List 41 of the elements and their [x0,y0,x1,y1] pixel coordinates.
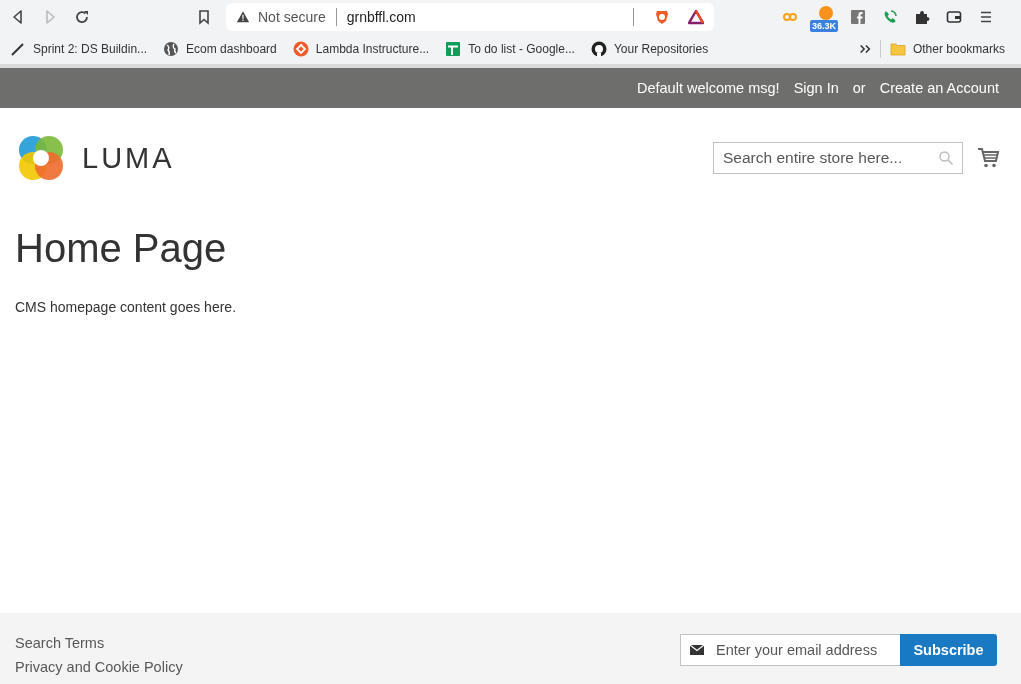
facebook-icon[interactable] [850,9,866,25]
pen-icon [10,41,26,57]
bookmark-item[interactable]: Ecom dashboard [163,41,277,57]
create-account-link[interactable]: Create an Account [879,80,999,96]
triangle-icon[interactable] [688,9,704,25]
bookmark-item[interactable]: To do list - Google... [445,41,575,57]
footer-link[interactable]: Search Terms [15,635,183,651]
store-logo[interactable]: LUMA [16,133,175,183]
lambda-logo-icon [292,41,309,57]
globe-icon [163,41,180,57]
page-title: Home Page [15,226,228,271]
content-text: CMS homepage content goes here. [15,299,238,315]
or-text: or [852,80,866,96]
other-bookmarks-folder[interactable]: Other bookmarks [889,41,1005,57]
envelope-icon [689,642,705,658]
spreadsheet-icon [445,41,462,57]
coin-icon [818,4,834,20]
url-text: grnbffl.com [346,9,416,25]
subscribe-button[interactable]: Subscribe [900,634,997,666]
search-field[interactable]: Search entire store here... [713,142,963,174]
sign-in-link[interactable]: Sign In [793,80,839,96]
email-field[interactable]: Enter your email address [680,634,900,666]
folder-icon [889,41,906,57]
security-label: Not secure [258,9,326,25]
address-bar[interactable]: Not secure grnbffl.com [226,3,714,31]
cart-icon[interactable] [977,146,1001,170]
bookmark-icon[interactable] [196,9,212,25]
bookmark-item[interactable]: Your Repositories [590,41,709,57]
puzzle-icon[interactable] [914,9,930,25]
bookmark-item[interactable]: Lambda Instructure... [292,41,430,57]
bookmark-item[interactable]: Sprint 2: DS Buildin... [10,41,148,57]
coin-extension[interactable]: 36.3K [812,4,840,30]
welcome-message: Default welcome msg! [637,80,780,96]
reload-icon[interactable] [74,9,90,25]
menu-icon[interactable] [978,9,994,25]
extension-badge: 36.3K [810,20,839,32]
footer-link[interactable]: Privacy and Cookie Policy [15,659,183,675]
phone-icon[interactable] [882,9,898,25]
wallet-icon[interactable] [946,9,962,25]
warning-icon [236,10,250,24]
rings-logo-icon [16,133,66,183]
